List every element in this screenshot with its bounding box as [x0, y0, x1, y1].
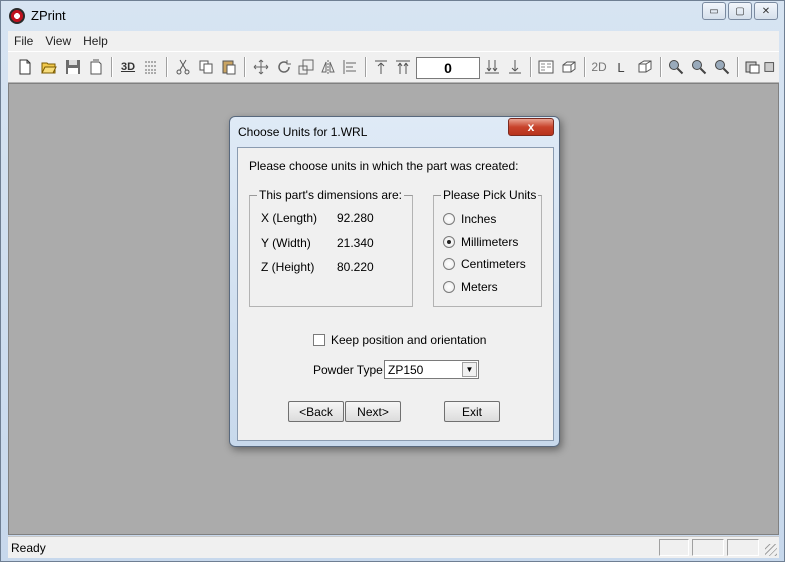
status-pane [692, 539, 724, 556]
page-icon[interactable] [535, 56, 557, 78]
bottom-icon[interactable] [504, 56, 526, 78]
toolbar: 3D 0 2D L [8, 51, 779, 83]
dimension-value: 80.220 [337, 260, 374, 274]
status-pane [727, 539, 759, 556]
dialog-prompt: Please choose units in which the part wa… [249, 159, 519, 173]
app-window: ZPrint ▭ ▢ ✕ File View Help 3D 0 2D L Re… [0, 0, 785, 562]
dialog-body: Please choose units in which the part wa… [237, 147, 554, 441]
dimension-label: Y (Width) [261, 236, 311, 250]
dialog-title: Choose Units for 1.WRL [238, 125, 368, 139]
copy-icon[interactable] [195, 56, 217, 78]
mirror-icon[interactable] [317, 56, 339, 78]
3d-view-icon[interactable]: 3D [117, 56, 139, 78]
rotate-icon[interactable] [273, 56, 295, 78]
zoom-in-icon[interactable] [665, 56, 687, 78]
radio-label: Inches [461, 212, 497, 226]
paste-icon[interactable] [218, 56, 240, 78]
close-window-button[interactable]: ✕ [754, 2, 778, 20]
bottom-bottom-icon[interactable] [481, 56, 503, 78]
radio-button[interactable] [443, 281, 455, 293]
maximize-button[interactable]: ▢ [728, 2, 752, 20]
open-icon[interactable] [38, 56, 60, 78]
units-group: Please Pick Units Inches Millimeters Cen… [433, 188, 542, 307]
dimension-row-x: X (Length) 92.280 [261, 211, 374, 225]
status-pane [659, 539, 689, 556]
powder-type-label: Powder Type [313, 363, 383, 377]
top-icon[interactable] [370, 56, 392, 78]
zoom-fit-icon[interactable] [711, 56, 733, 78]
radio-inches[interactable]: Inches [443, 212, 496, 226]
chevron-down-icon[interactable]: ▼ [462, 362, 477, 377]
menu-bar: File View Help [8, 31, 779, 51]
menu-help[interactable]: Help [77, 34, 114, 48]
dimension-row-y: Y (Width) 21.340 [261, 236, 374, 250]
choose-units-dialog: Choose Units for 1.WRL x Please choose u… [229, 116, 560, 447]
cut-icon[interactable] [172, 56, 194, 78]
title-bar: ZPrint ▭ ▢ ✕ [1, 1, 784, 31]
settings-icon[interactable] [140, 56, 162, 78]
exit-button[interactable]: Exit [444, 401, 500, 422]
window-controls: ▭ ▢ ✕ [702, 2, 778, 20]
menu-view[interactable]: View [39, 34, 77, 48]
status-text: Ready [11, 541, 46, 555]
l-icon[interactable]: L [610, 56, 632, 78]
new-icon[interactable] [14, 56, 36, 78]
2d-icon[interactable]: 2D [588, 56, 610, 78]
dimension-value: 92.280 [337, 211, 374, 225]
zoom-out-icon[interactable] [688, 56, 710, 78]
powder-type-value: ZP150 [388, 363, 424, 377]
move-icon[interactable] [250, 56, 272, 78]
dimension-label: X (Length) [261, 211, 318, 225]
dimension-label: Z (Height) [261, 260, 315, 274]
cube-icon[interactable] [634, 56, 656, 78]
scale-icon[interactable] [295, 56, 317, 78]
dimensions-group-title: This part's dimensions are: [257, 188, 405, 202]
radio-button-selected[interactable] [443, 236, 455, 248]
units-group-title: Please Pick Units [441, 188, 539, 202]
dimensions-group: This part's dimensions are: X (Length) 9… [249, 188, 413, 307]
zprint-app-icon [9, 8, 25, 24]
save-icon[interactable] [62, 56, 84, 78]
keep-position-label: Keep position and orientation [331, 333, 487, 347]
dialog-close-button[interactable]: x [508, 118, 554, 136]
radio-label: Centimeters [461, 257, 526, 271]
app-title: ZPrint [31, 8, 66, 23]
top-top-icon[interactable] [392, 56, 414, 78]
dimension-value: 21.340 [337, 236, 374, 250]
view2-icon[interactable] [764, 56, 778, 78]
view-icon[interactable] [742, 56, 764, 78]
layer-number-field[interactable]: 0 [416, 57, 480, 79]
resize-grip[interactable] [765, 544, 777, 556]
radio-millimeters[interactable]: Millimeters [443, 235, 518, 249]
box-icon[interactable] [558, 56, 580, 78]
radio-centimeters[interactable]: Centimeters [443, 257, 526, 271]
powder-type-select[interactable]: ZP150 ▼ [384, 360, 479, 379]
radio-label: Millimeters [461, 235, 519, 249]
radio-button[interactable] [443, 258, 455, 270]
radio-label: Meters [461, 280, 498, 294]
export-icon[interactable] [85, 56, 107, 78]
radio-meters[interactable]: Meters [443, 280, 498, 294]
minimize-button[interactable]: ▭ [702, 2, 726, 20]
next-button[interactable]: Next> [345, 401, 401, 422]
menu-file[interactable]: File [8, 34, 39, 48]
back-button[interactable]: <Back [288, 401, 344, 422]
status-bar: Ready [8, 536, 779, 558]
dimension-row-z: Z (Height) 80.220 [261, 260, 374, 274]
radio-button[interactable] [443, 213, 455, 225]
align-icon[interactable] [339, 56, 361, 78]
keep-position-checkbox[interactable] [313, 334, 325, 346]
